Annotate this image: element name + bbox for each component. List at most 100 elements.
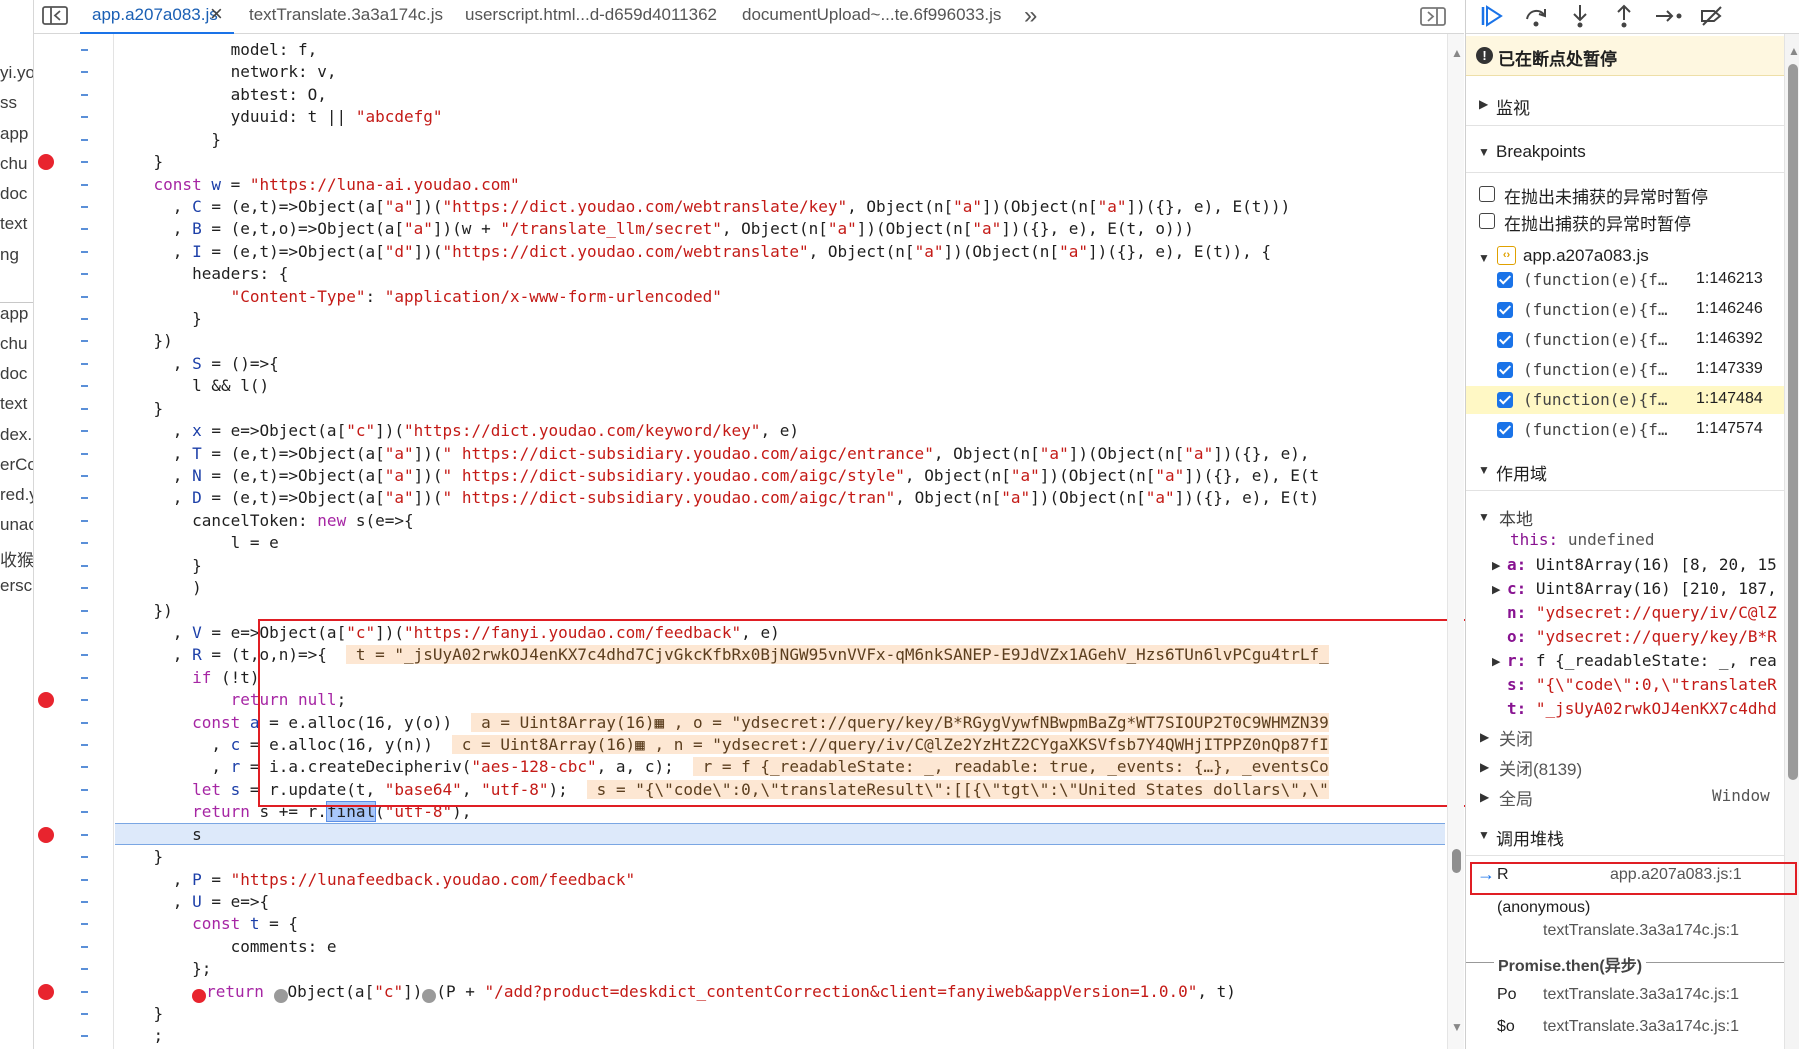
- file-tree-item[interactable]: erCo: [0, 455, 33, 475]
- breakpoint-marker-icon[interactable]: [38, 826, 54, 843]
- breakpoint-marker-icon[interactable]: [38, 692, 54, 709]
- step-out-icon[interactable]: [1610, 3, 1638, 31]
- scroll-up-icon[interactable]: ▲: [1788, 44, 1799, 58]
- code-line[interactable]: }: [115, 398, 164, 420]
- file-tree-item[interactable]: dex.: [0, 425, 32, 445]
- file-tree-item[interactable]: yi.you: [0, 63, 33, 83]
- callstack-frame-fn[interactable]: Po: [1497, 986, 1517, 1004]
- code-scrollbar[interactable]: ▲ ▼: [1447, 34, 1464, 1049]
- file-tree-item[interactable]: 收猴: [0, 546, 33, 571]
- sidebar-scrollbar[interactable]: ▲: [1784, 34, 1799, 1049]
- scope-variable[interactable]: o: "ydsecret://query/key/B*R: [1507, 627, 1777, 646]
- code-line[interactable]: ): [115, 577, 202, 599]
- callstack-frame-loc[interactable]: textTranslate.3a3a174c.js:1: [1543, 1018, 1739, 1036]
- breakpoint-checkbox[interactable]: [1497, 302, 1513, 318]
- file-tree-item[interactable]: text: [0, 394, 27, 414]
- file-tree-item[interactable]: text: [0, 214, 27, 234]
- code-line[interactable]: , C = (e,t)=>Object(a["a"])("https://dic…: [115, 196, 1290, 218]
- code-line[interactable]: }): [115, 330, 173, 352]
- breakpoint-marker-icon[interactable]: [38, 983, 54, 1000]
- scope-variable[interactable]: r: f {_readableState: _, rea: [1507, 651, 1777, 670]
- callstack-frame-loc[interactable]: textTranslate.3a3a174c.js:1: [1543, 986, 1739, 1004]
- close-icon[interactable]: ×: [210, 0, 223, 28]
- code-line[interactable]: ●return ●Object(a["c"])●(P + "/add?produ…: [115, 981, 1236, 1003]
- scope-variable[interactable]: n: "ydsecret://query/iv/C@lZ: [1507, 603, 1777, 622]
- code-line[interactable]: abtest: O,: [115, 84, 327, 106]
- scroll-thumb[interactable]: [1788, 64, 1798, 780]
- resume-icon[interactable]: [1478, 3, 1506, 31]
- breakpoint-item[interactable]: (function(e){f… 1:147574: [1466, 416, 1784, 444]
- code-line[interactable]: };: [115, 958, 211, 980]
- code-line[interactable]: headers: {: [115, 263, 288, 285]
- file-tree-item[interactable]: unac: [0, 515, 33, 535]
- watch-section-header[interactable]: ▶ 监视: [1466, 84, 1784, 126]
- triangle-down-icon[interactable]: ▼: [1478, 251, 1490, 265]
- callstack-frame-fn[interactable]: (anonymous): [1497, 899, 1590, 917]
- scroll-thumb[interactable]: [1452, 849, 1461, 873]
- triangle-down-icon[interactable]: ▼: [1478, 510, 1490, 524]
- tab-text-translate-js[interactable]: textTranslate.3a3a174c.js: [249, 0, 443, 34]
- code-line[interactable]: ;: [115, 1025, 164, 1047]
- code-line[interactable]: const w = "https://luna-ai.youdao.com": [115, 174, 520, 196]
- more-tabs-icon[interactable]: »: [1024, 2, 1037, 30]
- file-tree-item[interactable]: doc: [0, 184, 27, 204]
- triangle-right-icon[interactable]: ▶: [1492, 583, 1500, 596]
- breakpoints-section-header[interactable]: ▼ Breakpoints: [1466, 131, 1784, 173]
- pause-caught-checkbox[interactable]: [1479, 213, 1495, 229]
- breakpoint-checkbox[interactable]: [1497, 272, 1513, 288]
- pause-uncaught-checkbox[interactable]: [1479, 186, 1495, 202]
- toggle-debugger-icon[interactable]: [1420, 6, 1446, 32]
- file-tree-item[interactable]: ss: [0, 93, 17, 113]
- code-line[interactable]: cancelToken: new s(e=>{: [115, 510, 414, 532]
- code-line[interactable]: , U = e=>{: [115, 891, 269, 913]
- triangle-right-icon[interactable]: ▶: [1480, 790, 1489, 804]
- code-line[interactable]: const t = {: [115, 913, 298, 935]
- file-tree-item[interactable]: doc: [0, 364, 27, 384]
- code-line[interactable]: l && l(): [115, 375, 269, 397]
- breakpoint-checkbox[interactable]: [1497, 392, 1513, 408]
- code-line[interactable]: , x = e=>Object(a["c"])("https://dict.yo…: [115, 420, 799, 442]
- breakpoint-item[interactable]: (function(e){f… 1:146392: [1466, 326, 1784, 354]
- code-line[interactable]: "Content-Type": "application/x-www-form-…: [115, 286, 722, 308]
- code-line[interactable]: , P = "https://lunafeedback.youdao.com/f…: [115, 869, 635, 891]
- code-line[interactable]: , N = (e,t)=>Object(a["a"])(" https://di…: [115, 465, 1319, 487]
- tab-document-upload[interactable]: documentUpload~...te.6f996033.js: [742, 0, 1001, 34]
- file-tree-item[interactable]: ersc: [0, 576, 32, 596]
- callstack-section-header[interactable]: ▼ 调用堆栈: [1466, 814, 1784, 856]
- step-over-icon[interactable]: [1522, 3, 1550, 31]
- code-line[interactable]: , S = ()=>{: [115, 353, 279, 375]
- triangle-right-icon[interactable]: ▶: [1480, 760, 1489, 774]
- deactivate-breakpoints-icon[interactable]: [1698, 3, 1726, 31]
- scope-variable[interactable]: t: "_jsUyA02rwkOJ4enKX7c4dhd: [1507, 699, 1777, 718]
- tab-userscript[interactable]: userscript.html...d-d659d4011362: [465, 0, 717, 34]
- step-icon[interactable]: [1654, 3, 1682, 31]
- code-line[interactable]: if (!t): [115, 667, 259, 689]
- breakpoint-item[interactable]: (function(e){f… 1:146246: [1466, 296, 1784, 324]
- file-tree-item[interactable]: ng: [0, 245, 19, 265]
- scope-variable[interactable]: a: Uint8Array(16) [8, 20, 15: [1507, 555, 1777, 574]
- scope-section-header[interactable]: ▼ 作用域: [1466, 449, 1784, 491]
- code-line[interactable]: }: [115, 308, 202, 330]
- scope-variable[interactable]: c: Uint8Array(16) [210, 187,: [1507, 579, 1777, 598]
- callstack-frame-loc[interactable]: textTranslate.3a3a174c.js:1: [1543, 922, 1739, 940]
- breakpoint-checkbox[interactable]: [1497, 332, 1513, 348]
- breakpoint-marker-icon[interactable]: [38, 154, 54, 171]
- file-tree-item[interactable]: app: [0, 124, 28, 144]
- code-line[interactable]: model: f,: [115, 39, 318, 61]
- code-line[interactable]: , D = (e,t)=>Object(a["a"])(" https://di…: [115, 487, 1319, 509]
- code-line[interactable]: , B = (e,t,o)=>Object(a["a"])(w + "/tran…: [115, 218, 1194, 240]
- code-line[interactable]: }): [115, 600, 173, 622]
- code-line[interactable]: yduuid: t || "abcdefg": [115, 106, 443, 128]
- file-tree-item[interactable]: chu: [0, 334, 27, 354]
- file-tree-item[interactable]: chu: [0, 154, 27, 174]
- file-tree-item[interactable]: app: [0, 304, 28, 324]
- code-line[interactable]: }: [115, 1003, 164, 1025]
- callstack-frame-fn[interactable]: $o: [1497, 1018, 1515, 1036]
- code-line[interactable]: s: [115, 824, 202, 846]
- scope-variable[interactable]: s: "{\"code\":0,\"translateR: [1507, 675, 1777, 694]
- triangle-right-icon[interactable]: ▶: [1480, 730, 1489, 744]
- code-line[interactable]: , I = (e,t)=>Object(a["d"])("https://dic…: [115, 241, 1271, 263]
- line-gutter[interactable]: [34, 34, 114, 1049]
- step-into-icon[interactable]: [1566, 3, 1594, 31]
- triangle-right-icon[interactable]: ▶: [1492, 655, 1500, 668]
